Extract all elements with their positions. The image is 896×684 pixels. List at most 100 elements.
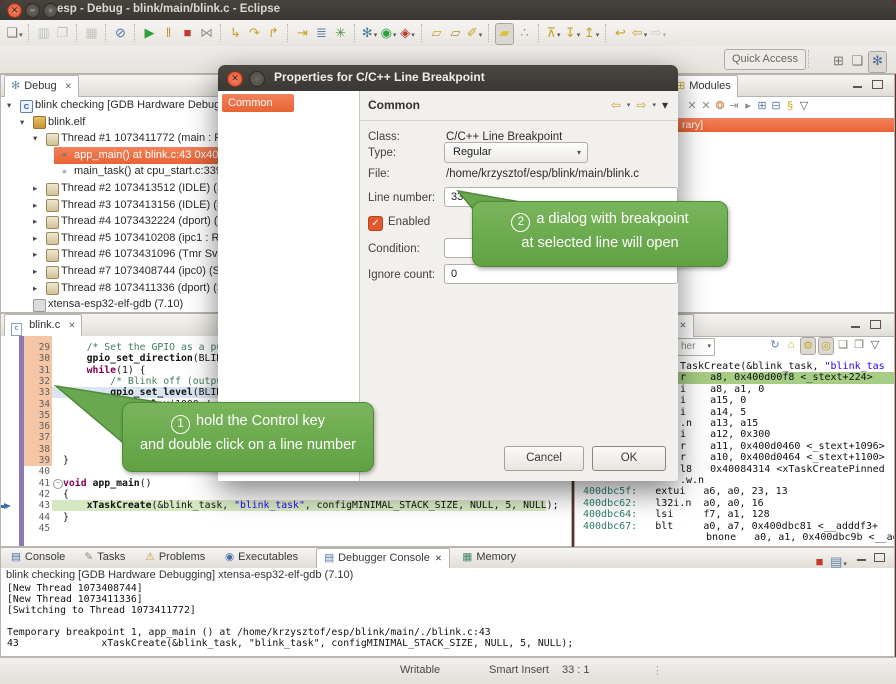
maximize-icon[interactable] (869, 319, 882, 330)
suspend-icon[interactable]: ‖ (160, 23, 177, 43)
line-number[interactable]: 32 (24, 376, 50, 387)
expander-closed-icon[interactable]: ▸ (33, 230, 37, 247)
view-menu-icon[interactable]: ▽ (797, 97, 811, 115)
skip-icon[interactable]: ▸ (741, 97, 755, 115)
window-close-button[interactable]: ✕ (7, 3, 22, 18)
line-number[interactable]: 43 (24, 500, 50, 511)
tab-memory[interactable]: ▦Memory (455, 548, 523, 568)
chevron-down-icon[interactable]: ▾ (19, 32, 23, 39)
last-edit-location-icon[interactable]: ↩ (612, 23, 629, 43)
forward-icon[interactable]: ⇨▾ (650, 23, 667, 43)
expander-closed-icon[interactable]: ▸ (33, 180, 37, 197)
line-number[interactable]: 41 (24, 478, 50, 489)
tab-console[interactable]: ▤Console (4, 548, 72, 568)
open-resource-icon[interactable]: ▱ (428, 23, 445, 43)
step-over-icon[interactable]: ↷ (246, 23, 263, 43)
sidebar-item-common[interactable]: Common (222, 94, 294, 112)
close-icon[interactable]: ✕ (65, 81, 72, 91)
collapse-all-icon[interactable]: ⊟ (769, 97, 783, 115)
next-annotation-icon[interactable]: ↧▾ (564, 23, 581, 43)
chevron-down-icon[interactable]: ▾ (393, 32, 397, 39)
expander-open-icon[interactable]: ▾ (7, 97, 11, 114)
debug-icon[interactable]: ✻▾ (361, 23, 378, 43)
view-menu-icon[interactable]: ▽ (868, 337, 882, 353)
expander-open-icon[interactable]: ▾ (33, 130, 37, 147)
search-icon[interactable]: ✐▾ (466, 23, 483, 43)
enabled-checkbox[interactable]: ✓ (368, 216, 383, 231)
debug-perspective-icon[interactable]: ✻ (868, 51, 887, 73)
quick-access-button[interactable]: Quick Access (724, 49, 806, 70)
tab-modules[interactable]: ⊞Modules (669, 75, 738, 97)
chevron-down-icon[interactable]: ▾ (644, 32, 648, 39)
line-number[interactable]: 39 (24, 455, 50, 466)
sync-icon[interactable]: ◎ (818, 337, 834, 355)
back-icon[interactable]: ⇦ (611, 98, 621, 112)
line-number[interactable]: 42 (24, 489, 50, 500)
expander-closed-icon[interactable]: ▸ (33, 213, 37, 230)
chevron-down-icon[interactable]: ▾ (374, 32, 378, 39)
window-minimize-button[interactable]: − (25, 3, 40, 18)
chevron-down-icon[interactable]: ▾ (663, 32, 667, 39)
line-number[interactable]: 44 (24, 512, 50, 523)
step-into-icon[interactable]: ↳ (227, 23, 244, 43)
maximize-icon[interactable] (873, 552, 886, 563)
pin-editor-icon[interactable]: ⊼▾ (545, 23, 562, 43)
expander-open-icon[interactable]: ▾ (20, 114, 24, 131)
tab-blink-c[interactable]: c blink.c ✕ (4, 314, 82, 337)
chevron-down-icon[interactable]: ▾ (843, 561, 847, 568)
ok-button[interactable]: OK (592, 446, 666, 471)
window-maximize-button[interactable]: ▫ (43, 3, 58, 18)
type-combobox[interactable]: Regular ▾ (444, 142, 588, 163)
tab-debug[interactable]: ✻Debug ✕ (4, 75, 79, 97)
show-source-icon[interactable]: ⚙ (800, 337, 816, 355)
chevron-down-icon[interactable]: ▾ (707, 339, 711, 355)
step-return-icon[interactable]: ↱ (265, 23, 282, 43)
highlighter-icon[interactable]: ▰ (495, 23, 514, 45)
refresh-icon[interactable]: ↻ (768, 337, 782, 353)
cpp-perspective-icon[interactable]: ❏ (849, 51, 866, 71)
close-icon[interactable]: ✕ (435, 553, 442, 563)
disconnect-icon[interactable]: ⋈ (198, 23, 215, 43)
ignore-count-input[interactable]: 0 (444, 264, 678, 284)
line-number[interactable]: 33 (24, 387, 50, 398)
maximize-icon[interactable] (871, 79, 884, 90)
chevron-down-icon[interactable]: ▾ (557, 32, 561, 39)
minimize-icon[interactable] (849, 319, 862, 330)
line-number[interactable]: 31 (24, 365, 50, 376)
chevron-down-icon[interactable]: ▾ (411, 32, 415, 39)
resume-icon[interactable]: ▶ (141, 23, 158, 43)
build-icon[interactable]: ▦ (83, 23, 100, 43)
external-tools-icon[interactable]: ◈▾ (399, 23, 416, 43)
tab-executables[interactable]: ◉Executables (218, 548, 305, 568)
save-icon[interactable]: ▥ (35, 23, 52, 43)
close-icon[interactable]: ✕ (679, 320, 686, 330)
modules-selected-row[interactable]: rary] (667, 118, 894, 132)
line-number[interactable]: 35 (24, 410, 50, 421)
console-content[interactable]: blink checking [GDB Hardware Debugging] … (1, 568, 894, 656)
link-with-debug-icon[interactable]: ⇥ (727, 97, 741, 115)
line-number[interactable]: 40 (24, 466, 50, 477)
minimize-icon[interactable] (851, 79, 864, 90)
expander-closed-icon[interactable]: ▸ (33, 246, 37, 263)
expander-closed-icon[interactable]: ▸ (33, 197, 37, 214)
fold-collapse-icon[interactable]: − (53, 479, 63, 489)
chevron-down-icon[interactable]: ▾ (596, 32, 600, 39)
minimize-icon[interactable] (855, 552, 868, 563)
home-icon[interactable]: ⌂ (784, 337, 798, 353)
chevron-down-icon[interactable]: ▾ (577, 143, 581, 162)
cancel-button[interactable]: Cancel (504, 446, 584, 471)
back-icon[interactable]: ⇦▾ (631, 23, 648, 43)
expand-all-icon[interactable]: ⊞ (755, 97, 769, 115)
terminate-icon[interactable]: ■ (179, 23, 196, 43)
chevron-down-icon[interactable]: ▾ (577, 32, 581, 39)
instruction-stepping-icon[interactable]: ⇥ (294, 23, 311, 43)
pin-view-icon[interactable]: ❐ (852, 337, 866, 353)
forward-icon[interactable]: ⇨ (636, 98, 646, 112)
sort-icon[interactable]: § (783, 97, 797, 115)
open-folder-icon[interactable]: ▱ (447, 23, 464, 43)
dialog-close-button[interactable]: ✕ (227, 71, 243, 87)
breakpoint-types-icon[interactable]: ✳ (332, 23, 349, 43)
new-wizard-icon[interactable]: ❏▾ (6, 23, 23, 43)
close-icon[interactable]: ✕ (68, 320, 75, 330)
show-threads-icon[interactable]: ≣ (313, 23, 330, 43)
